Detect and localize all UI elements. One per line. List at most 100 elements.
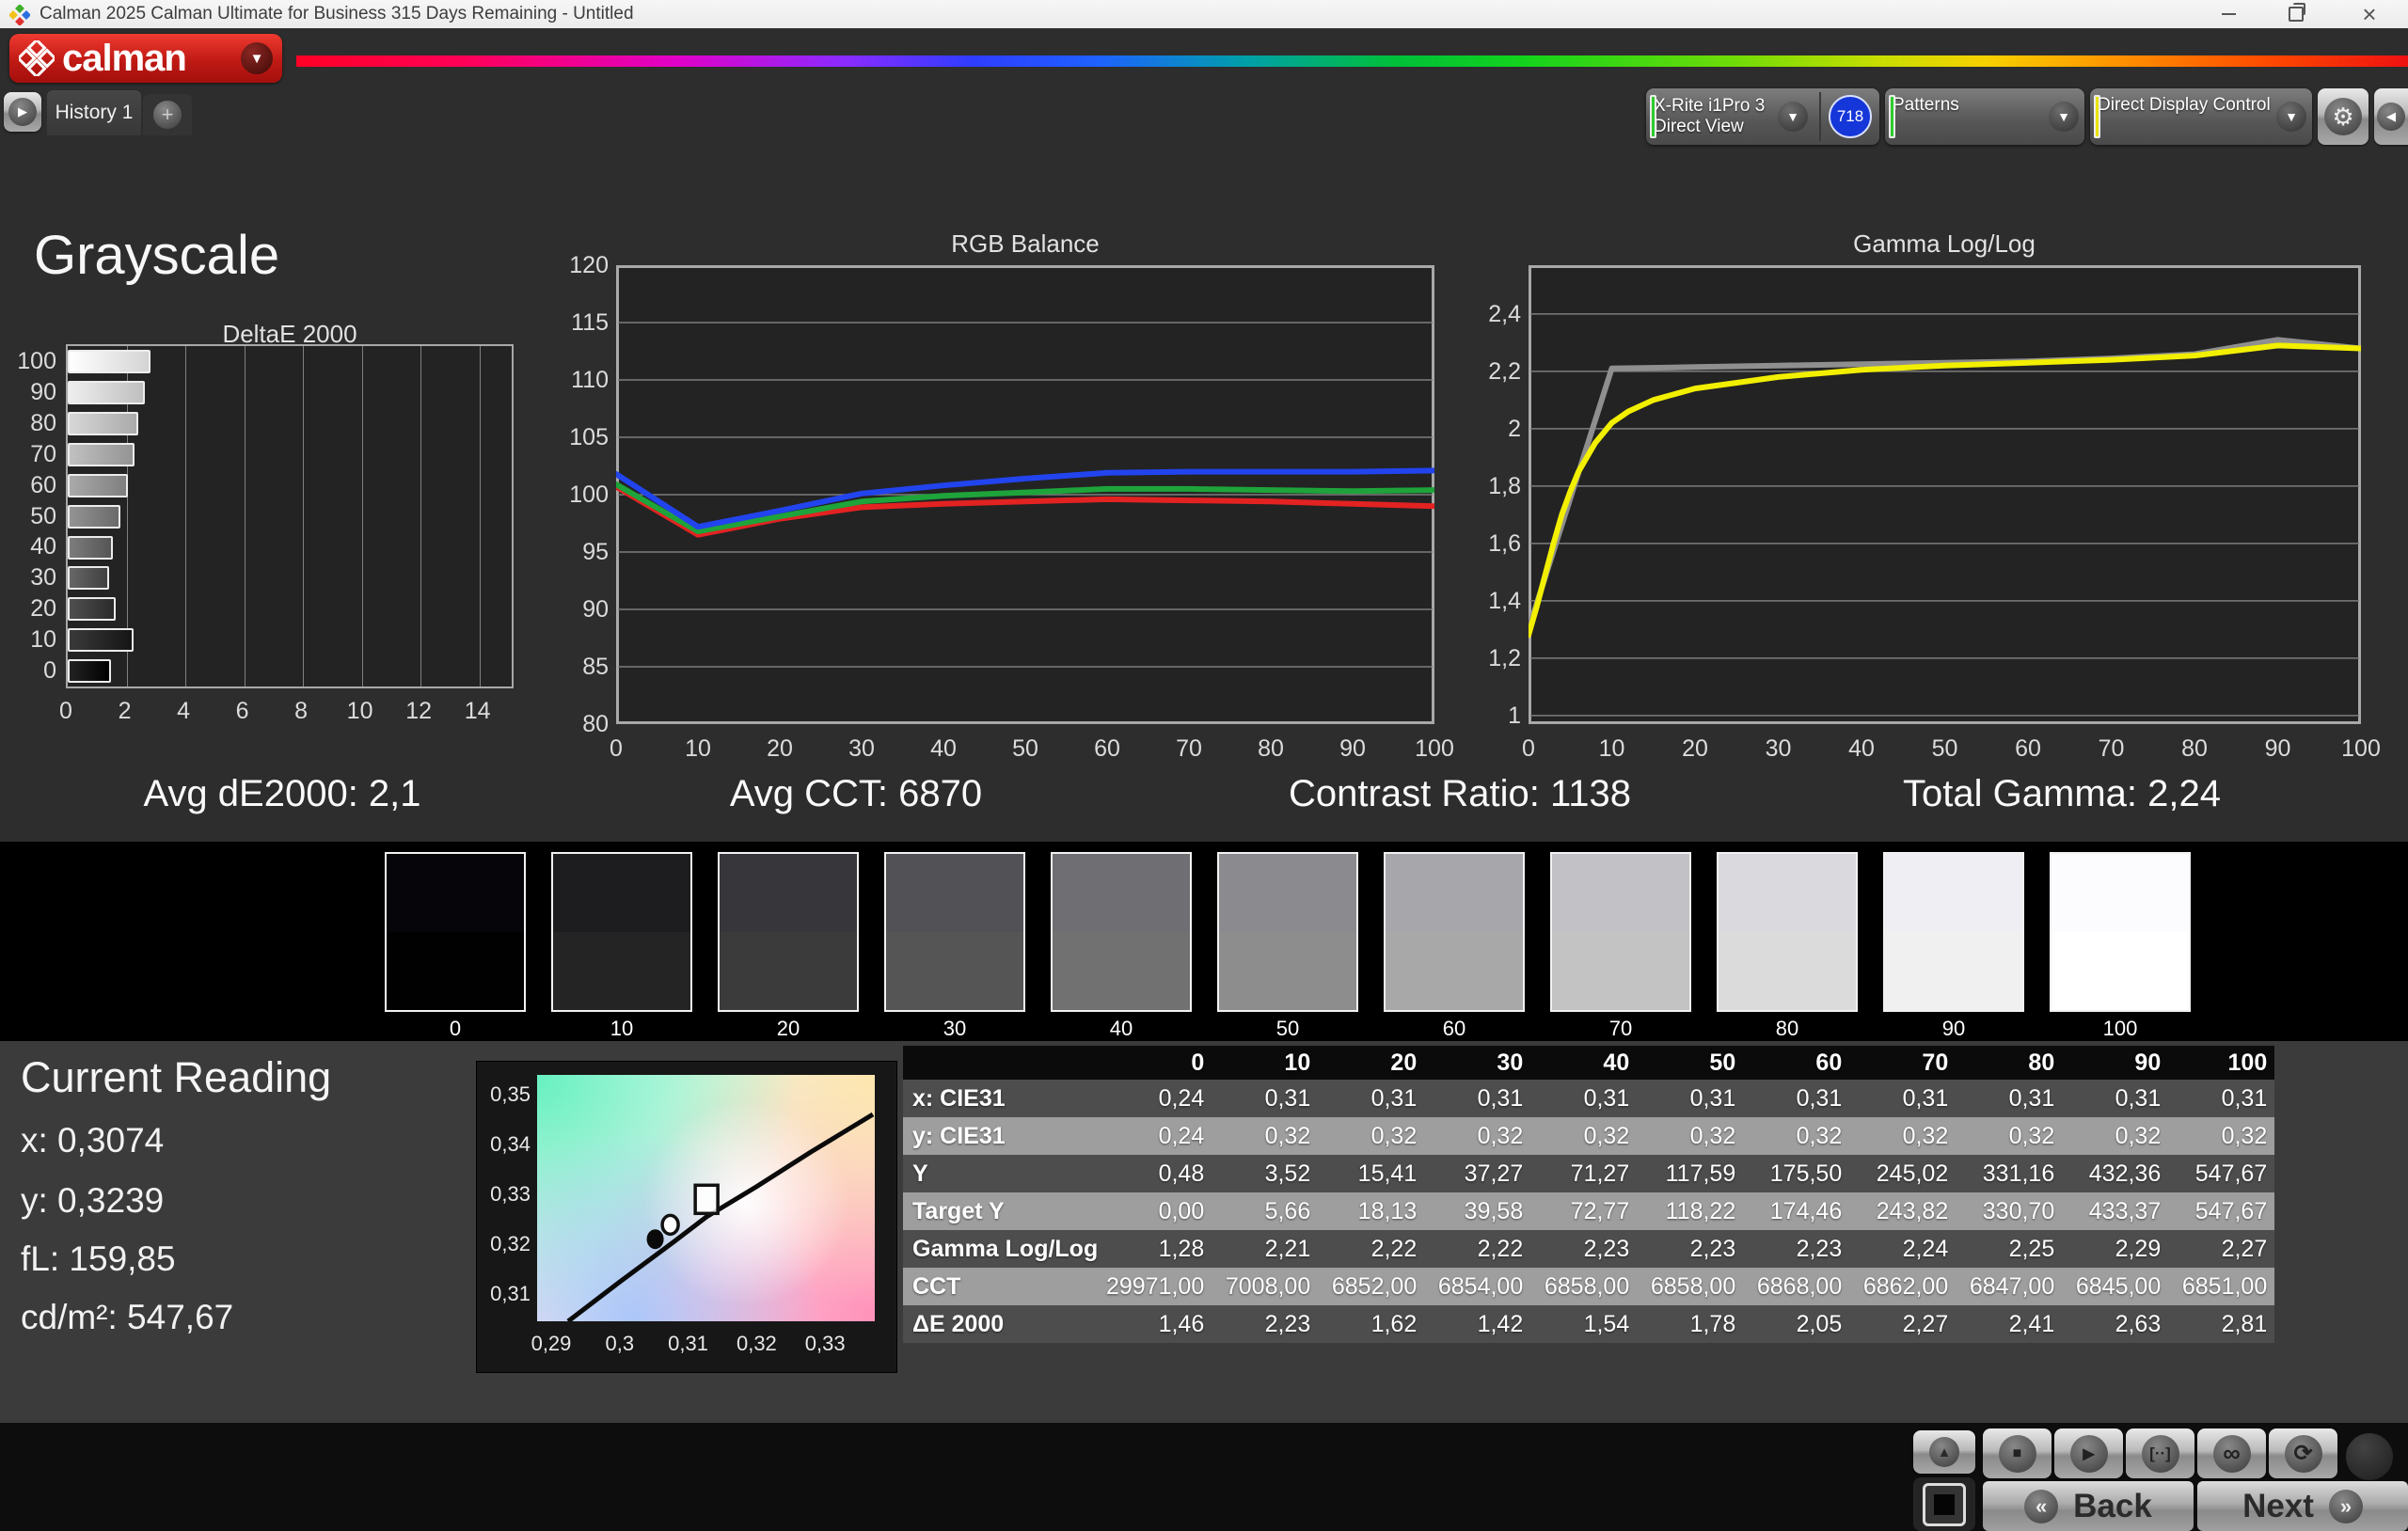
minimize-button[interactable] [2207,0,2250,28]
layout-expand-button[interactable]: ▶ [4,92,41,132]
table-col-header: 20 [1318,1046,1425,1080]
swatch-actual [387,854,524,932]
chevron-down-icon[interactable]: ▼ [241,42,273,74]
y-tick: 2,4 [1488,300,1521,327]
swatch-target [720,932,857,1010]
swatch-level-label: 70 [1608,1017,1633,1040]
refresh-icon: ⟳ [2284,1434,2322,1473]
swatch-target [387,932,524,1010]
meter-label: X-Rite i1Pro 3 Direct View [1654,96,1766,136]
swatch-actual [720,854,857,932]
swatch-10 [551,852,692,1012]
swatch-target [1053,932,1190,1010]
tab-history-1[interactable]: History 1 [47,90,141,135]
refresh-button[interactable]: ⟳ [2269,1428,2337,1478]
add-tab-button[interactable]: + [143,94,192,135]
avg-cct-value: Avg CCT: 6870 [729,773,983,814]
swatch-level-label: 50 [1275,1017,1300,1040]
deltae-bar-0 [68,659,111,684]
table-row: ΔE 2000 1,46 2,23 1,62 1,42 1,54 1,78 2,05 2,27 2… [903,1305,2275,1343]
x-tick: 60 [1094,735,1120,762]
calman-menu-button[interactable]: calman ▼ [9,34,282,83]
loop-button[interactable]: ∞ [2197,1428,2266,1478]
play-button[interactable]: ▶ [2054,1428,2123,1478]
deltae-x-tick: 6 [235,698,249,724]
deltae-bar-20 [68,597,116,622]
pattern-scroll-up-button[interactable]: ▲ [1913,1430,1975,1474]
chevron-down-icon[interactable]: ▼ [1778,102,1808,132]
calman-logotype: calman [62,37,187,79]
swatch-actual [2052,854,2189,932]
deltae-y-tick: 10 [30,626,56,654]
reading-marker-open [660,1213,680,1237]
swatch-50 [1217,852,1358,1012]
double-chevron-right-icon: » [2328,1489,2363,1523]
y-tick: 105 [569,424,609,450]
deltae-y-tick: 60 [30,471,56,498]
y-tick: 115 [571,309,609,336]
back-button[interactable]: « Back [1983,1481,2194,1531]
swatch-30 [884,852,1025,1012]
x-tick: 100 [1415,735,1454,762]
swatch-0 [385,852,526,1012]
table-col-header: 50 [1637,1046,1744,1080]
patterns-dropdown[interactable]: Patterns ▼ [1885,88,2084,145]
deltae-y-tick: 80 [30,409,56,436]
deltae-bar-10 [68,628,134,653]
range-button[interactable]: [··] [2126,1428,2194,1478]
deltae-y-tick: 50 [30,502,56,529]
collapse-panel-button[interactable]: ◀ [2374,88,2408,145]
deltae-x-tick: 4 [177,698,190,724]
display-control-label: Direct Display Control [2098,95,2271,115]
swatch-actual [1885,854,2022,932]
x-tick: 40 [930,735,957,762]
meter-id-badge[interactable]: 718 [1829,95,1872,138]
pattern-window-button[interactable] [1913,1477,1975,1531]
swatch-60 [1384,852,1525,1012]
gridline [303,346,305,687]
x-tick: 10 [685,735,711,762]
next-button[interactable]: Next » [2197,1481,2408,1531]
y-tick: 1,6 [1488,529,1521,557]
cie-x-tick: 0,3 [605,1332,635,1355]
swatch-100 [2050,852,2191,1012]
cie-y-tick: 0,32 [490,1232,531,1255]
square-icon [1923,1482,1966,1526]
chevron-down-icon[interactable]: ▼ [2049,102,2079,132]
swatch-level-label: 10 [610,1017,634,1040]
chevron-down-icon[interactable]: ▼ [2276,102,2306,132]
x-tick: 20 [767,735,793,762]
cie-x-tick: 0,32 [736,1332,777,1355]
restore-button[interactable] [2274,0,2318,28]
swatch-actual [886,854,1023,932]
stop-button[interactable]: ■ [1983,1428,2052,1478]
x-tick: 30 [848,735,875,762]
display-control-dropdown[interactable]: Direct Display Control ▼ [2090,88,2312,145]
swatch-40 [1051,852,1192,1012]
deltae-bar-90 [68,380,146,404]
table-col-header: 10 [1212,1046,1319,1080]
close-button[interactable]: × [2348,0,2391,28]
deltae-bar-30 [68,566,110,591]
x-tick: 90 [2264,735,2291,762]
swatch-level-label: 60 [1442,1017,1466,1040]
swatch-target [1719,932,1856,1010]
table-col-header: 0 [1105,1046,1212,1080]
y-tick: 1,8 [1488,472,1521,499]
title-bar: Calman 2025 Calman Ultimate for Business… [0,0,2408,28]
swatch-target [2052,932,2189,1010]
rgb-balance-chart [616,265,1434,724]
gridline [361,346,363,687]
reading-x: x: 0,3074 [21,1121,165,1160]
y-tick: 1,2 [1488,644,1521,671]
table-col-header: 90 [2062,1046,2169,1080]
deltae-x-tick: 2 [118,698,132,724]
total-gamma-value: Total Gamma: 2,24 [1903,773,2221,814]
reading-y: y: 0,3239 [21,1181,165,1220]
meter-dropdown[interactable]: X-Rite i1Pro 3 Direct View ▼ 718 [1646,88,1879,145]
cie-x-tick: 0,31 [668,1332,709,1355]
divider [1819,92,1821,141]
table-col-header: 70 [1849,1046,1956,1080]
settings-button[interactable]: ⚙ [2318,88,2368,145]
x-tick: 50 [1931,735,1958,762]
